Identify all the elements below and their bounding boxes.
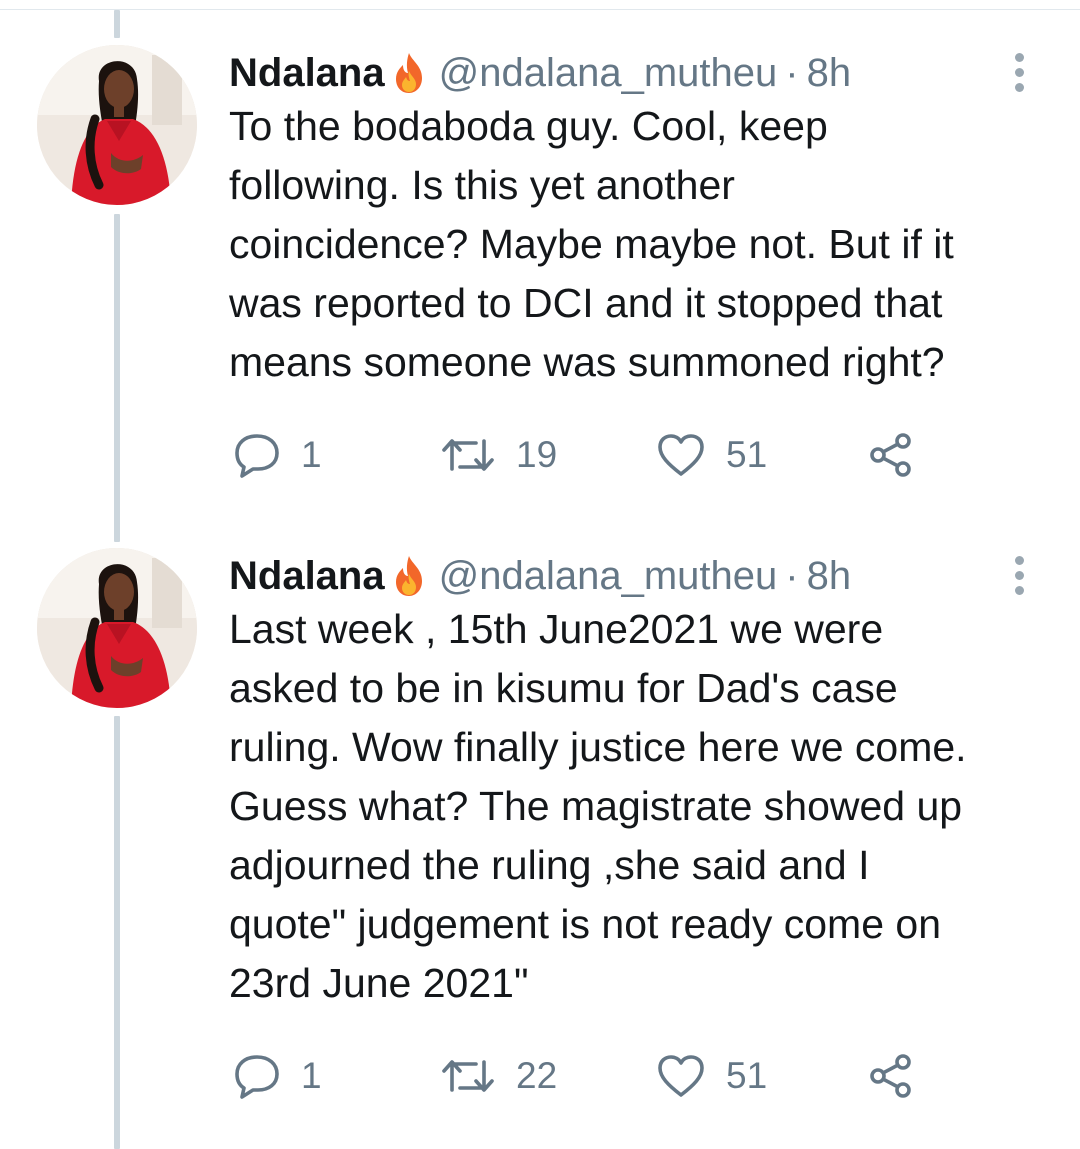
like-button[interactable]: 51 [656, 427, 767, 483]
retweet-button[interactable]: 19 [440, 427, 557, 483]
share-icon [867, 431, 915, 479]
tweet-header: Ndalana @ndalana_mutheu · 8h [229, 45, 851, 101]
reply-icon [233, 432, 281, 478]
retweet-count: 19 [516, 434, 558, 475]
fire-icon [389, 51, 429, 95]
reply-count: 1 [301, 434, 322, 475]
timestamp[interactable]: 8h [807, 51, 852, 96]
share-icon [867, 1052, 915, 1100]
reply-button[interactable]: 1 [233, 1048, 322, 1104]
thread-line-top [114, 10, 120, 38]
more-vertical-icon[interactable] [1004, 47, 1034, 97]
retweet-button[interactable]: 22 [440, 1048, 557, 1104]
tweet-text: To the bodaboda guy. Cool, keep followin… [229, 103, 954, 385]
reply-button[interactable]: 1 [233, 427, 322, 483]
fire-icon [389, 554, 429, 598]
like-count: 51 [726, 434, 768, 475]
share-button[interactable] [867, 427, 915, 483]
heart-icon [656, 1053, 706, 1099]
author-handle[interactable]: @ndalana_mutheu [439, 554, 778, 599]
tweet[interactable]: Ndalana @ndalana_mutheu · 8h Last week ,… [0, 548, 1080, 1138]
avatar[interactable] [37, 548, 197, 708]
tweet-actions: 1 19 51 [229, 427, 989, 483]
heart-icon [656, 432, 706, 478]
tweet-header: Ndalana @ndalana_mutheu · 8h [229, 548, 851, 604]
like-button[interactable]: 51 [656, 1048, 767, 1104]
tweet[interactable]: Ndalana @ndalana_mutheu · 8h To the boda… [0, 45, 1080, 515]
share-button[interactable] [867, 1048, 915, 1104]
reply-icon [233, 1053, 281, 1099]
author-name[interactable]: Ndalana [229, 554, 385, 599]
retweet-count: 22 [516, 1055, 558, 1096]
retweet-icon [440, 1056, 496, 1096]
like-count: 51 [726, 1055, 768, 1096]
avatar[interactable] [37, 45, 197, 205]
author-name[interactable]: Ndalana [229, 51, 385, 96]
reply-count: 1 [301, 1055, 322, 1096]
tweet-text: Last week , 15th June2021 we were asked … [229, 606, 967, 1006]
separator-dot: · [785, 50, 799, 95]
top-divider [0, 9, 1080, 10]
timestamp[interactable]: 8h [807, 554, 852, 599]
more-vertical-icon[interactable] [1004, 550, 1034, 600]
tweet-actions: 1 22 51 [229, 1048, 989, 1104]
retweet-icon [440, 435, 496, 475]
separator-dot: · [785, 553, 799, 598]
author-handle[interactable]: @ndalana_mutheu [439, 51, 778, 96]
